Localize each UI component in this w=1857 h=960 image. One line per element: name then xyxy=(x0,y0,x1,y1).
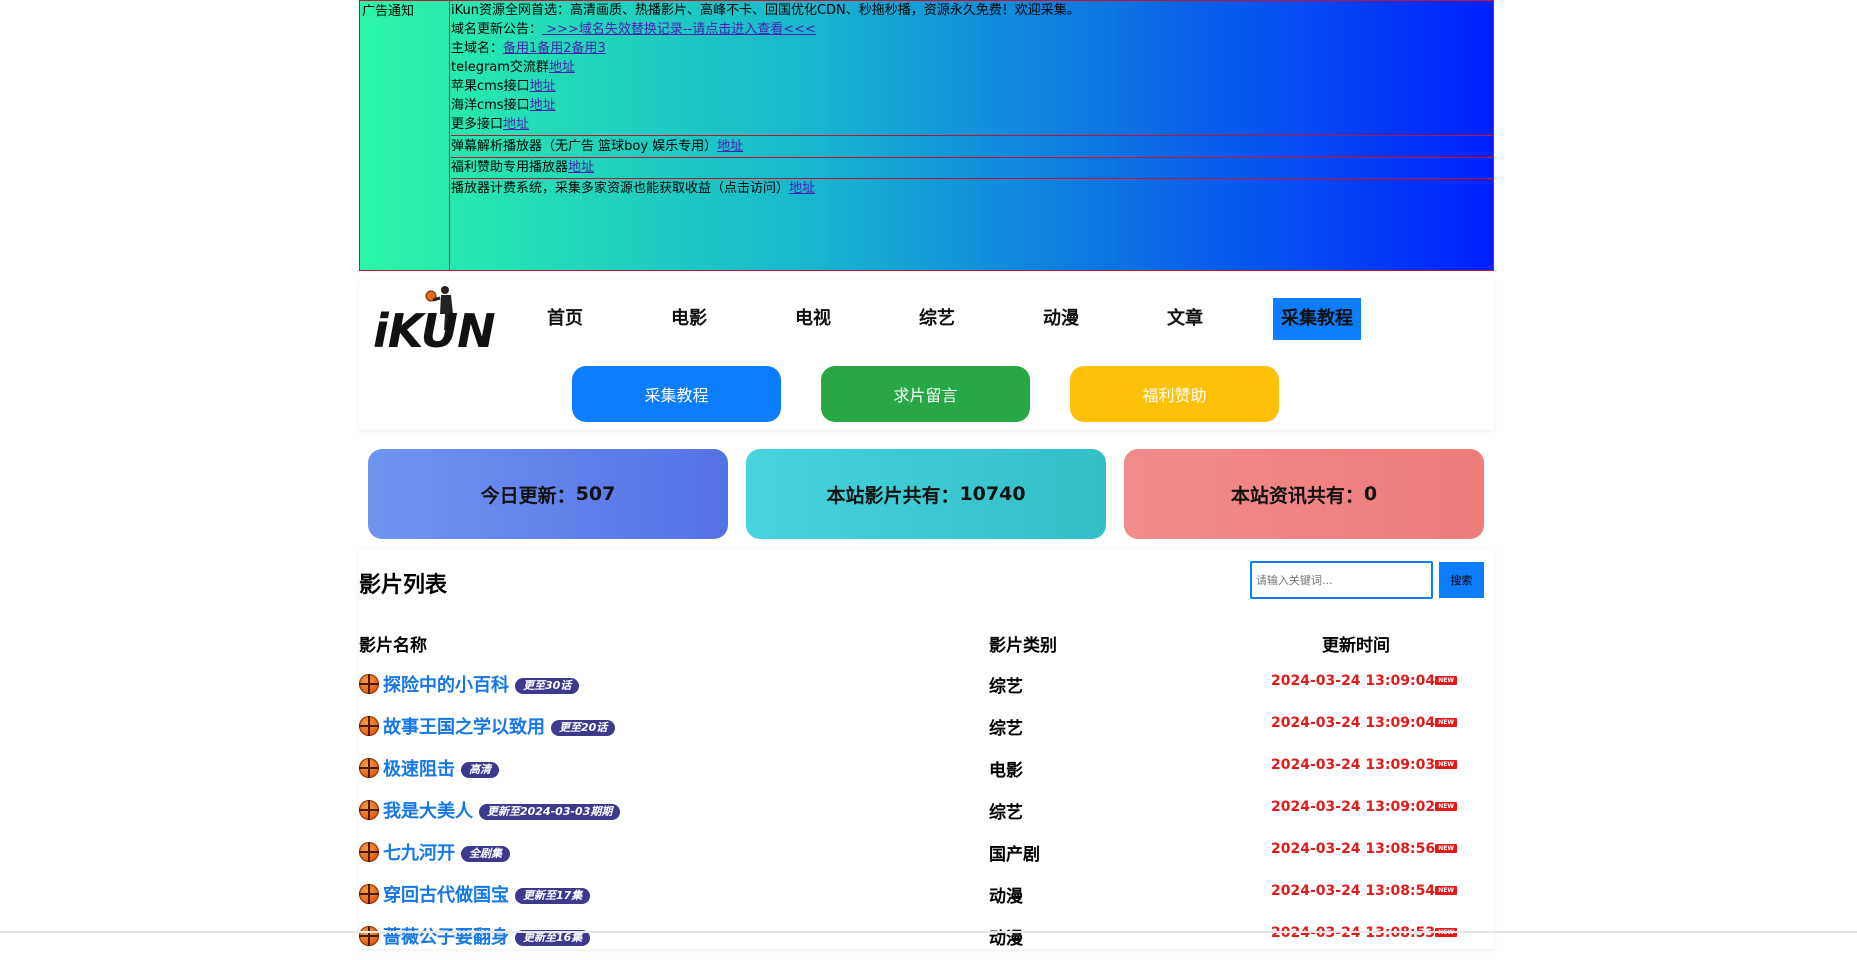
notice-main-cell: iKun资源全网首选：高清画质、热播影片、高峰不卡、回国优化CDN、秒拖秒播，资… xyxy=(451,1,1493,136)
movie-category: 电影 xyxy=(989,761,1023,781)
telegram-link[interactable]: 地址 xyxy=(549,60,575,75)
table-row: 故事王国之学以致用 更至20话 综艺 2024-03-24 13:09:04 NEW xyxy=(359,708,1494,750)
episode-badge: 更至20话 xyxy=(551,720,616,736)
movie-title-link[interactable]: 故事王国之学以致用 更至20话 xyxy=(383,713,616,739)
movie-title-link[interactable]: 蔷薇公子要翻身 更新至16集 xyxy=(383,923,591,949)
danmaku-player-link[interactable]: 地址 xyxy=(717,139,743,154)
episode-badge: 更至30话 xyxy=(515,678,580,694)
stats-panel: 今日更新： 507 本站影片共有： 10740 本站资讯共有： 0 xyxy=(368,449,1484,539)
notice-line: 更多接口地址 xyxy=(451,117,530,132)
search-button[interactable]: 搜索 xyxy=(1439,562,1484,598)
movie-category: 国产剧 xyxy=(989,845,1040,865)
movie-list: 影片列表 搜索 影片名称 影片类别 更新时间 探险中的小百科更至30话综艺202… xyxy=(359,549,1494,949)
episode-badge: 高清 xyxy=(461,762,499,778)
new-badge-icon: NEW xyxy=(1435,844,1458,853)
basketball-icon xyxy=(359,884,379,904)
list-title: 影片列表 xyxy=(359,573,448,598)
nav-variety[interactable]: 综艺 xyxy=(911,298,963,340)
welfare-player-link[interactable]: 地址 xyxy=(568,160,594,175)
notice-row-welfare: 福利赞助专用播放器地址 xyxy=(451,158,1493,179)
request-movie-button[interactable]: 求片留言 xyxy=(821,366,1030,422)
notice-body: iKun资源全网首选：高清画质、热播影片、高峰不卡、回国优化CDN、秒拖秒播，资… xyxy=(451,1,1493,270)
column-header-time: 更新时间 xyxy=(1322,636,1390,656)
notice-label: 广告通知 xyxy=(360,1,450,270)
table-row: 极速阻击 高清 电影 2024-03-24 13:09:03 NEW xyxy=(359,750,1494,792)
column-header-name: 影片名称 xyxy=(359,636,427,656)
basketball-icon xyxy=(359,842,379,862)
nav-movies[interactable]: 电影 xyxy=(663,298,715,340)
movie-title-link[interactable]: 极速阻击 高清 xyxy=(383,755,499,781)
action-buttons: 采集教程 求片留言 福利赞助 xyxy=(572,366,1279,422)
basketball-icon xyxy=(359,758,379,778)
column-header-category: 影片类别 xyxy=(989,636,1057,656)
table-row: 穿回古代做国宝 更新至17集 动漫 2024-03-24 13:08:54 NEW xyxy=(359,876,1494,918)
update-time: 2024-03-24 13:09:02 NEW xyxy=(1271,799,1458,815)
new-badge-icon: NEW xyxy=(1435,802,1458,811)
notice-banner: 广告通知 iKun资源全网首选：高清画质、热播影片、高峰不卡、回国优化CDN、秒… xyxy=(359,0,1494,271)
notice-line: iKun资源全网首选：高清画质、热播影片、高峰不卡、回国优化CDN、秒拖秒播，资… xyxy=(451,3,1080,18)
new-badge-icon: NEW xyxy=(1435,886,1458,895)
movie-category: 综艺 xyxy=(989,803,1023,823)
update-time: 2024-03-24 13:09:04 NEW xyxy=(1271,673,1458,689)
table-row: 探险中的小百科 更至30话 综艺 2024-03-24 13:09:04 NEW xyxy=(359,666,1494,708)
sponsor-button[interactable]: 福利赞助 xyxy=(1070,366,1279,422)
update-time: 2024-03-24 13:09:04 NEW xyxy=(1271,715,1458,731)
movie-title-link[interactable]: 我是大美人 更新至2024-03-03期期 xyxy=(383,797,621,823)
basketball-icon xyxy=(359,926,379,946)
notice-line: 域名更新公告： >>>域名失效替换记录--请点击进入查看<<< xyxy=(451,22,816,37)
movie-title-link[interactable]: 穿回古代做国宝 更新至17集 xyxy=(383,881,591,907)
movie-title-link[interactable]: 七九河开 全剧集 xyxy=(383,839,510,865)
logo-text: iKUN xyxy=(373,304,496,358)
episode-badge: 全剧集 xyxy=(461,846,510,862)
episode-badge: 更新至2024-03-03期期 xyxy=(479,804,621,820)
movie-category: 动漫 xyxy=(989,887,1023,907)
search-input[interactable] xyxy=(1250,561,1433,599)
update-time: 2024-03-24 13:08:54 NEW xyxy=(1271,883,1458,899)
notice-line: 海洋cms接口地址 xyxy=(451,98,556,113)
stat-total-movies: 本站影片共有： 10740 xyxy=(746,449,1106,539)
update-time: 2024-03-24 13:08:53NEW xyxy=(1271,925,1458,941)
movie-category: 动漫 xyxy=(989,929,1023,949)
main-nav: 首页 电影 电视 综艺 动漫 文章 采集教程 xyxy=(539,298,1433,340)
basketball-icon xyxy=(359,800,379,820)
billing-system-link[interactable]: 地址 xyxy=(789,181,815,196)
nav-tv[interactable]: 电视 xyxy=(787,298,839,340)
new-badge-icon: NEW xyxy=(1435,676,1458,685)
site-header: iKUN 首页 电影 电视 综艺 动漫 文章 采集教程 采集教程 求片留言 福利… xyxy=(359,280,1494,430)
nav-articles[interactable]: 文章 xyxy=(1159,298,1211,340)
new-badge-icon: NEW xyxy=(1435,760,1458,769)
new-badge-icon: NEW xyxy=(1435,718,1458,727)
movie-category: 综艺 xyxy=(989,719,1023,739)
tutorial-button[interactable]: 采集教程 xyxy=(572,366,781,422)
stat-total-articles: 本站资讯共有： 0 xyxy=(1124,449,1484,539)
movie-category: 综艺 xyxy=(989,677,1023,697)
ocean-cms-link[interactable]: 地址 xyxy=(530,98,556,113)
basketball-icon xyxy=(359,716,379,736)
stat-today-updates: 今日更新： 507 xyxy=(368,449,728,539)
notice-line: telegram交流群地址 xyxy=(451,60,575,75)
update-time: 2024-03-24 13:09:03 NEW xyxy=(1271,757,1458,773)
nav-tutorial[interactable]: 采集教程 xyxy=(1273,298,1361,340)
notice-row-billing: 播放器计费系统，采集多家资源也能获取收益（点击访问）地址 xyxy=(451,181,816,196)
episode-badge: 更新至17集 xyxy=(515,888,591,904)
site-logo[interactable]: iKUN xyxy=(373,284,505,358)
domain-history-link[interactable]: >>>域名失效替换记录--请点击进入查看<<< xyxy=(542,22,816,37)
movie-title-link[interactable]: 探险中的小百科 更至30话 xyxy=(383,671,580,697)
notice-line: 主域名：备用1备用2备用3 xyxy=(451,41,606,56)
nav-anime[interactable]: 动漫 xyxy=(1035,298,1087,340)
apple-cms-link[interactable]: 地址 xyxy=(530,79,556,94)
nav-home[interactable]: 首页 xyxy=(539,298,591,340)
basketball-icon xyxy=(359,674,379,694)
backup-domain-links[interactable]: 备用1备用2备用3 xyxy=(503,41,606,56)
table-row: 我是大美人 更新至2024-03-03期期 综艺 2024-03-24 13:09:0… xyxy=(359,792,1494,834)
table-row: 七九河开 全剧集 国产剧 2024-03-24 13:08:56 NEW xyxy=(359,834,1494,876)
notice-row-danmaku: 弹幕解析播放器（无广告 篮球boy 娱乐专用）地址 xyxy=(451,137,1493,158)
table-row: 蔷薇公子要翻身更新至16集 动漫 2024-03-24 13:08:53NEW xyxy=(359,918,1494,960)
notice-line: 苹果cms接口地址 xyxy=(451,79,556,94)
update-time: 2024-03-24 13:08:56 NEW xyxy=(1271,841,1458,857)
more-api-link[interactable]: 地址 xyxy=(503,117,529,132)
